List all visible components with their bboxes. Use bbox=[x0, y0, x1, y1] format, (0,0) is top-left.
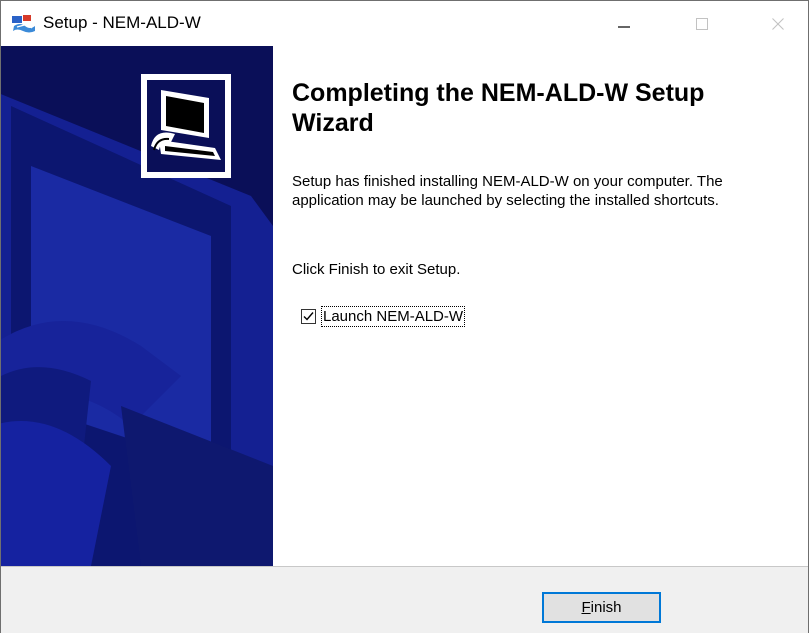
launch-option-row[interactable]: Launch NEM-ALD-W bbox=[301, 305, 466, 327]
title-bar[interactable]: Setup - NEM-ALD-W bbox=[1, 1, 808, 46]
launch-checkbox-label[interactable]: Launch NEM-ALD-W bbox=[321, 305, 466, 327]
setup-window: Setup - NEM-ALD-W Completing the NEM-ALD… bbox=[0, 0, 809, 633]
maximize-icon bbox=[696, 17, 708, 30]
button-bar: Finish bbox=[1, 566, 808, 633]
wizard-banner-image bbox=[1, 46, 273, 566]
close-icon bbox=[772, 17, 784, 30]
installer-computer-icon bbox=[147, 80, 225, 172]
minimize-icon bbox=[618, 25, 630, 28]
minimize-button[interactable] bbox=[595, 1, 653, 46]
wizard-banner-panel bbox=[1, 46, 273, 566]
finish-button-mnemonic: F bbox=[581, 599, 591, 616]
finish-button[interactable]: Finish bbox=[542, 592, 661, 623]
page-title: Completing the NEM-ALD-W Setup Wizard bbox=[292, 79, 705, 137]
close-button[interactable] bbox=[749, 1, 807, 46]
launch-checkbox[interactable] bbox=[301, 308, 316, 324]
maximize-button[interactable] bbox=[673, 1, 731, 46]
exit-instruction: Click Finish to exit Setup. bbox=[292, 261, 461, 278]
setup-app-icon bbox=[12, 15, 35, 33]
finish-button-label: inish bbox=[590, 599, 622, 616]
content-panel: Completing the NEM-ALD-W Setup Wizard Se… bbox=[273, 46, 808, 566]
window-title: Setup - NEM-ALD-W bbox=[43, 13, 201, 32]
completion-description: Setup has finished installing NEM-ALD-W … bbox=[292, 173, 723, 209]
checkmark-icon bbox=[303, 311, 314, 321]
